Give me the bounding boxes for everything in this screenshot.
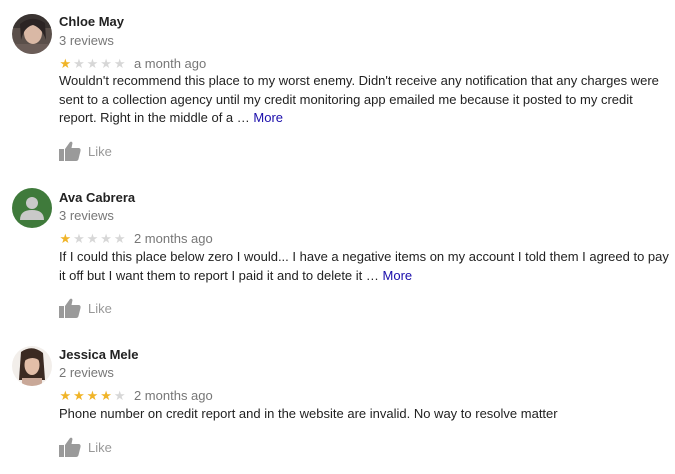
star-filled-icon: ★ <box>59 230 72 246</box>
review-text: If I could this place below zero I would… <box>59 249 669 283</box>
profile-photo <box>12 14 52 54</box>
reviewer-name[interactable]: Ava Cabrera <box>59 190 135 205</box>
star-empty-icon: ★ <box>100 55 112 71</box>
star-empty-icon: ★ <box>113 387 126 403</box>
reviewer-name[interactable]: Jessica Mele <box>59 347 139 362</box>
review-text-block: If I could this place below zero I would… <box>59 248 669 285</box>
reviewer-name[interactable]: Chloe May <box>59 14 124 29</box>
like-button[interactable]: Like <box>59 141 112 161</box>
thumbs-up-icon <box>59 141 81 161</box>
star-empty-icon: ★ <box>113 55 126 71</box>
reviewer-avatar[interactable] <box>12 14 52 54</box>
review-count[interactable]: 2 reviews <box>59 365 114 380</box>
star-filled-icon: ★ <box>59 387 72 403</box>
rating-row: ★ ★ ★ ★ ★ 2 months ago <box>59 230 213 246</box>
review-count[interactable]: 3 reviews <box>59 208 114 223</box>
star-empty-icon: ★ <box>73 55 85 71</box>
rating-row: ★ ★ ★ ★ ★ a month ago <box>59 55 206 71</box>
thumbs-up-icon <box>59 437 81 457</box>
star-empty-icon: ★ <box>86 55 99 71</box>
review-time: 2 months ago <box>133 230 213 246</box>
star-rating: ★ ★ ★ ★ ★ <box>59 232 126 245</box>
like-label: Like <box>88 439 112 455</box>
star-filled-icon: ★ <box>86 387 99 403</box>
more-link[interactable]: More <box>383 268 413 283</box>
review-text-block: Wouldn't recommend this place to my wors… <box>59 72 669 128</box>
review-text: Wouldn't recommend this place to my wors… <box>59 73 659 125</box>
default-person-icon <box>12 188 52 228</box>
reviewer-avatar[interactable] <box>12 346 52 386</box>
like-label: Like <box>88 300 112 316</box>
like-label: Like <box>88 143 112 159</box>
review-time: 2 months ago <box>133 387 213 403</box>
review-text-block: Phone number on credit report and in the… <box>59 405 669 424</box>
like-button[interactable]: Like <box>59 298 112 318</box>
star-rating: ★ ★ ★ ★ ★ <box>59 57 126 70</box>
review-count[interactable]: 3 reviews <box>59 33 114 48</box>
review-time: a month ago <box>133 55 207 71</box>
star-empty-icon: ★ <box>86 230 99 246</box>
more-link[interactable]: More <box>253 110 283 125</box>
star-empty-icon: ★ <box>73 230 85 246</box>
star-rating: ★ ★ ★ ★ ★ <box>59 389 126 402</box>
reviewer-avatar[interactable] <box>12 188 52 228</box>
like-button[interactable]: Like <box>59 437 112 457</box>
profile-photo <box>12 346 52 386</box>
thumbs-up-icon <box>59 298 81 318</box>
review-text: Phone number on credit report and in the… <box>59 406 558 421</box>
rating-row: ★ ★ ★ ★ ★ 2 months ago <box>59 387 213 403</box>
star-empty-icon: ★ <box>100 230 112 246</box>
star-empty-icon: ★ <box>113 230 126 246</box>
star-filled-icon: ★ <box>59 55 72 71</box>
star-filled-icon: ★ <box>73 387 85 403</box>
star-filled-icon: ★ <box>100 387 112 403</box>
